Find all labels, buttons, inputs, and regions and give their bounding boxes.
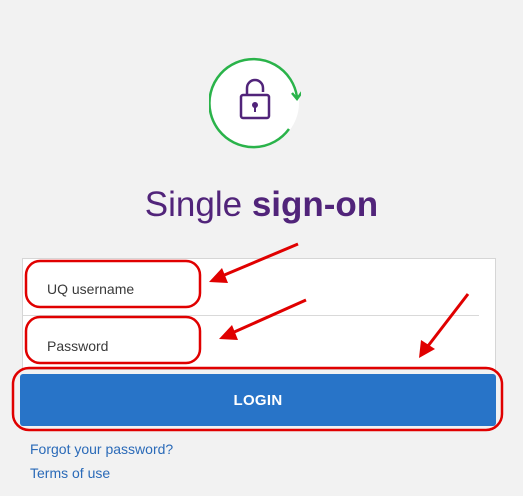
title-bold: sign-on — [251, 185, 379, 224]
forgot-password-link[interactable]: Forgot your password? — [30, 441, 173, 457]
password-input[interactable] — [47, 331, 447, 361]
username-input[interactable] — [47, 274, 447, 304]
login-form-card — [22, 258, 496, 370]
sso-login-page: Single sign-on LOGIN Forgot your passwor… — [0, 0, 523, 496]
terms-of-use-link[interactable]: Terms of use — [30, 465, 110, 481]
padlock-refresh-icon — [209, 57, 301, 149]
login-button[interactable]: LOGIN — [20, 374, 496, 426]
title-light: Single — [144, 185, 252, 224]
logo-svg — [209, 57, 301, 149]
field-divider — [23, 315, 479, 316]
page-title: Single sign-on — [0, 183, 523, 227]
